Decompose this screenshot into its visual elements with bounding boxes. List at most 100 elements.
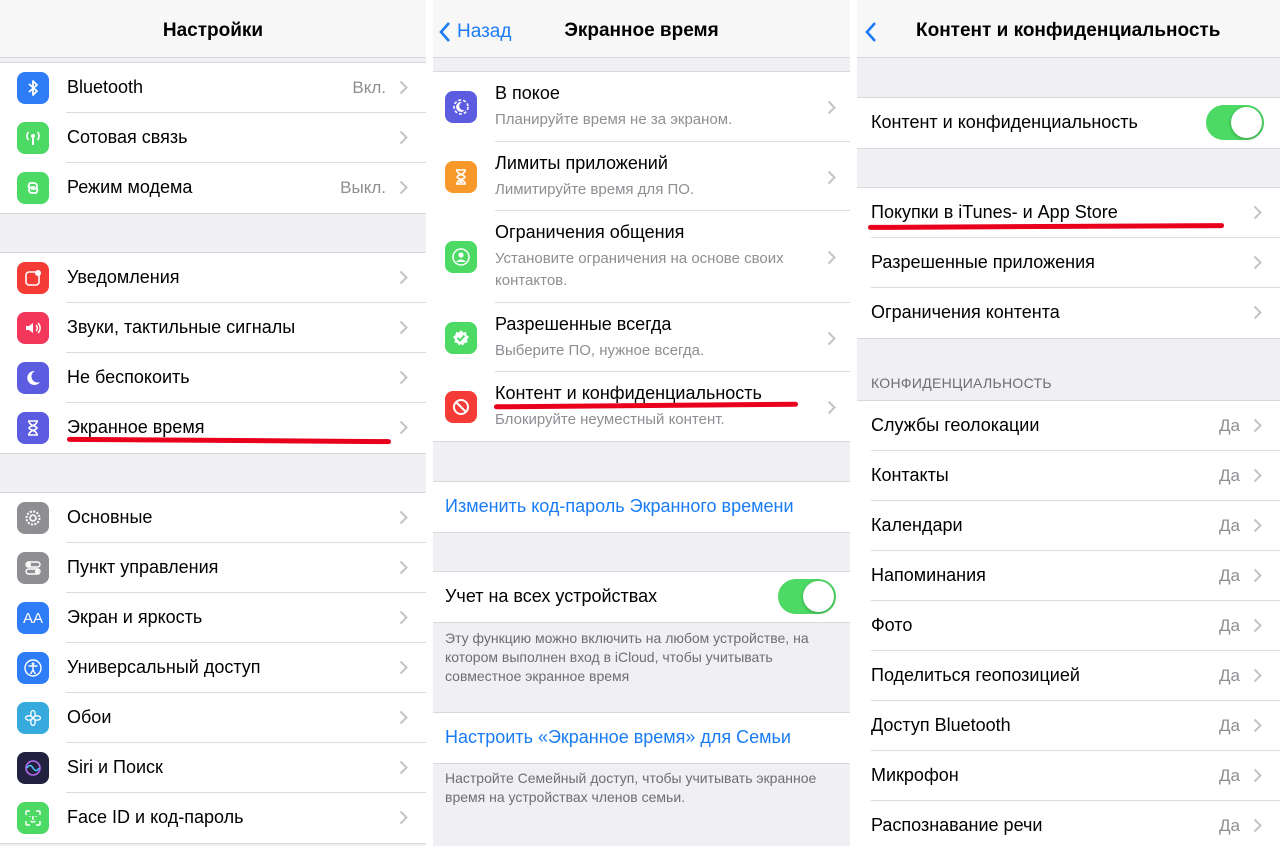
wallpaper-icon [17,702,49,734]
row-label: Контент и конфиденциальность [871,112,1138,132]
row-value: Да [1219,516,1240,535]
row-label: Службы геолокации [871,415,1040,435]
chevron-left-icon [865,22,876,42]
family-group: Настроить «Экранное время» для Семьи [433,712,850,764]
settings-row-wallpaper[interactable]: Обои [0,693,426,743]
row-label: Сотовая связь [67,127,188,147]
row-label: Ограничения контента [871,302,1060,322]
app-limits-row[interactable]: Лимиты приложений Лимитируйте время для … [433,142,850,211]
restrictions-icon [445,391,477,423]
content-restrictions-row[interactable]: Ограничения контента [857,288,1280,338]
row-title: Лимиты приложений [495,153,668,173]
allowed-apps-row[interactable]: Разрешенные приложения [857,238,1280,288]
row-label: Универсальный доступ [67,657,261,677]
settings-row-accessibility[interactable]: Универсальный доступ [0,643,426,693]
chevron-right-icon [399,180,408,195]
downtime-row[interactable]: В покое Планируйте время не за экраном. [433,72,850,142]
row-value: Да [1219,666,1240,685]
display-icon: AA [17,602,49,634]
chevron-right-icon [1253,468,1262,483]
family-setup-button[interactable]: Настроить «Экранное время» для Семьи [433,713,850,763]
row-label: Экранное время [67,417,205,437]
row-label: Основные [67,507,153,527]
row-label: Поделиться геопозицией [871,665,1080,685]
chevron-right-icon [827,170,836,184]
settings-row-hotspot[interactable]: Режим модема Выкл. [0,163,426,213]
itunes-purchases-row[interactable]: Покупки в iTunes- и App Store [857,188,1280,238]
downtime-icon [445,91,477,123]
control-center-icon [17,552,49,584]
chevron-right-icon [1253,568,1262,583]
change-passcode-button[interactable]: Изменить код-пароль Экранного времени [433,482,850,532]
share-across-devices-row: Учет на всех устройствах [433,572,850,622]
page-title: Экранное время [564,20,719,41]
share-across-toggle[interactable] [778,579,836,614]
row-label: Фото [871,615,913,635]
sounds-icon [17,312,49,344]
row-label: Контакты [871,465,949,485]
chevron-right-icon [1253,818,1262,833]
row-title: Ограничения общения [495,222,685,242]
chevron-right-icon [399,760,408,775]
privacy-row-speech-recognition[interactable]: Распознавание речи Да [857,801,1280,846]
privacy-row-microphone[interactable]: Микрофон Да [857,751,1280,801]
chevron-right-icon [399,660,408,675]
row-value: Да [1219,716,1240,735]
privacy-row-calendars[interactable]: Календари Да [857,501,1280,551]
page-title: Настройки [162,20,264,41]
chevron-right-icon [399,370,408,385]
privacy-section-header: КОНФИДЕНЦИАЛЬНОСТЬ [871,375,1052,391]
row-value: Да [1219,616,1240,635]
chevron-right-icon [1253,255,1262,270]
chevron-right-icon [1253,618,1262,633]
row-label: Разрешенные приложения [871,252,1095,272]
content-privacy-toggle-row: Контент и конфиденциальность [857,98,1280,148]
settings-row-general[interactable]: Основные [0,493,426,543]
siri-icon [17,752,49,784]
privacy-row-contacts[interactable]: Контакты Да [857,451,1280,501]
settings-group-general: Основные Пункт управления AA Экран и ярк… [0,492,426,844]
chevron-right-icon [399,710,408,725]
row-label: Учет на всех устройствах [445,586,658,606]
row-label: Пункт управления [67,557,219,577]
communication-limits-row[interactable]: Ограничения общения Установите ограничен… [433,211,850,303]
back-button[interactable] [863,18,883,46]
settings-row-display[interactable]: AA Экран и яркость [0,593,426,643]
settings-row-notifications[interactable]: Уведомления [0,253,426,303]
privacy-row-photos[interactable]: Фото Да [857,601,1280,651]
row-label: Экран и яркость [67,607,203,627]
settings-row-siri[interactable]: Siri и Поиск [0,743,426,793]
chevron-right-icon [1253,668,1262,683]
settings-row-control-center[interactable]: Пункт управления [0,543,426,593]
communication-limits-icon [445,241,477,273]
settings-row-sounds[interactable]: Звуки, тактильные сигналы [0,303,426,353]
settings-navbar: Настройки [0,0,426,58]
privacy-row-location[interactable]: Службы геолокации Да [857,401,1280,451]
app-limits-icon [445,161,477,193]
content-privacy-toggle[interactable] [1206,105,1264,140]
chevron-right-icon [399,130,408,145]
settings-row-face-id[interactable]: Face ID и код-пароль [0,793,426,843]
content-privacy-toggle-group: Контент и конфиденциальность [857,97,1280,149]
screen-time-features: В покое Планируйте время не за экраном. … [433,71,850,442]
accessibility-icon [17,652,49,684]
row-subtitle: Выберите ПО, нужное всегда. [495,342,705,359]
chevron-right-icon [1253,718,1262,733]
always-allowed-row[interactable]: Разрешенные всегда Выберите ПО, нужное в… [433,303,850,372]
privacy-row-bluetooth[interactable]: Доступ Bluetooth Да [857,701,1280,751]
chevron-right-icon [1253,518,1262,533]
settings-row-screen-time[interactable]: Экранное время [0,403,426,453]
row-label: Face ID и код-пароль [67,807,244,827]
settings-row-bluetooth[interactable]: Bluetooth Вкл. [0,63,426,113]
row-value: Да [1219,566,1240,585]
hotspot-icon [17,172,49,204]
row-title: В покое [495,83,560,103]
settings-row-cellular[interactable]: Сотовая связь [0,113,426,163]
settings-row-do-not-disturb[interactable]: Не беспокоить [0,353,426,403]
privacy-row-reminders[interactable]: Напоминания Да [857,551,1280,601]
privacy-row-share-location[interactable]: Поделиться геопозицией Да [857,651,1280,701]
screen-time-navbar: Назад Экранное время [433,0,850,58]
row-label: Микрофон [871,765,959,785]
moon-icon [17,362,49,394]
row-label: Покупки в iTunes- и App Store [871,202,1118,222]
